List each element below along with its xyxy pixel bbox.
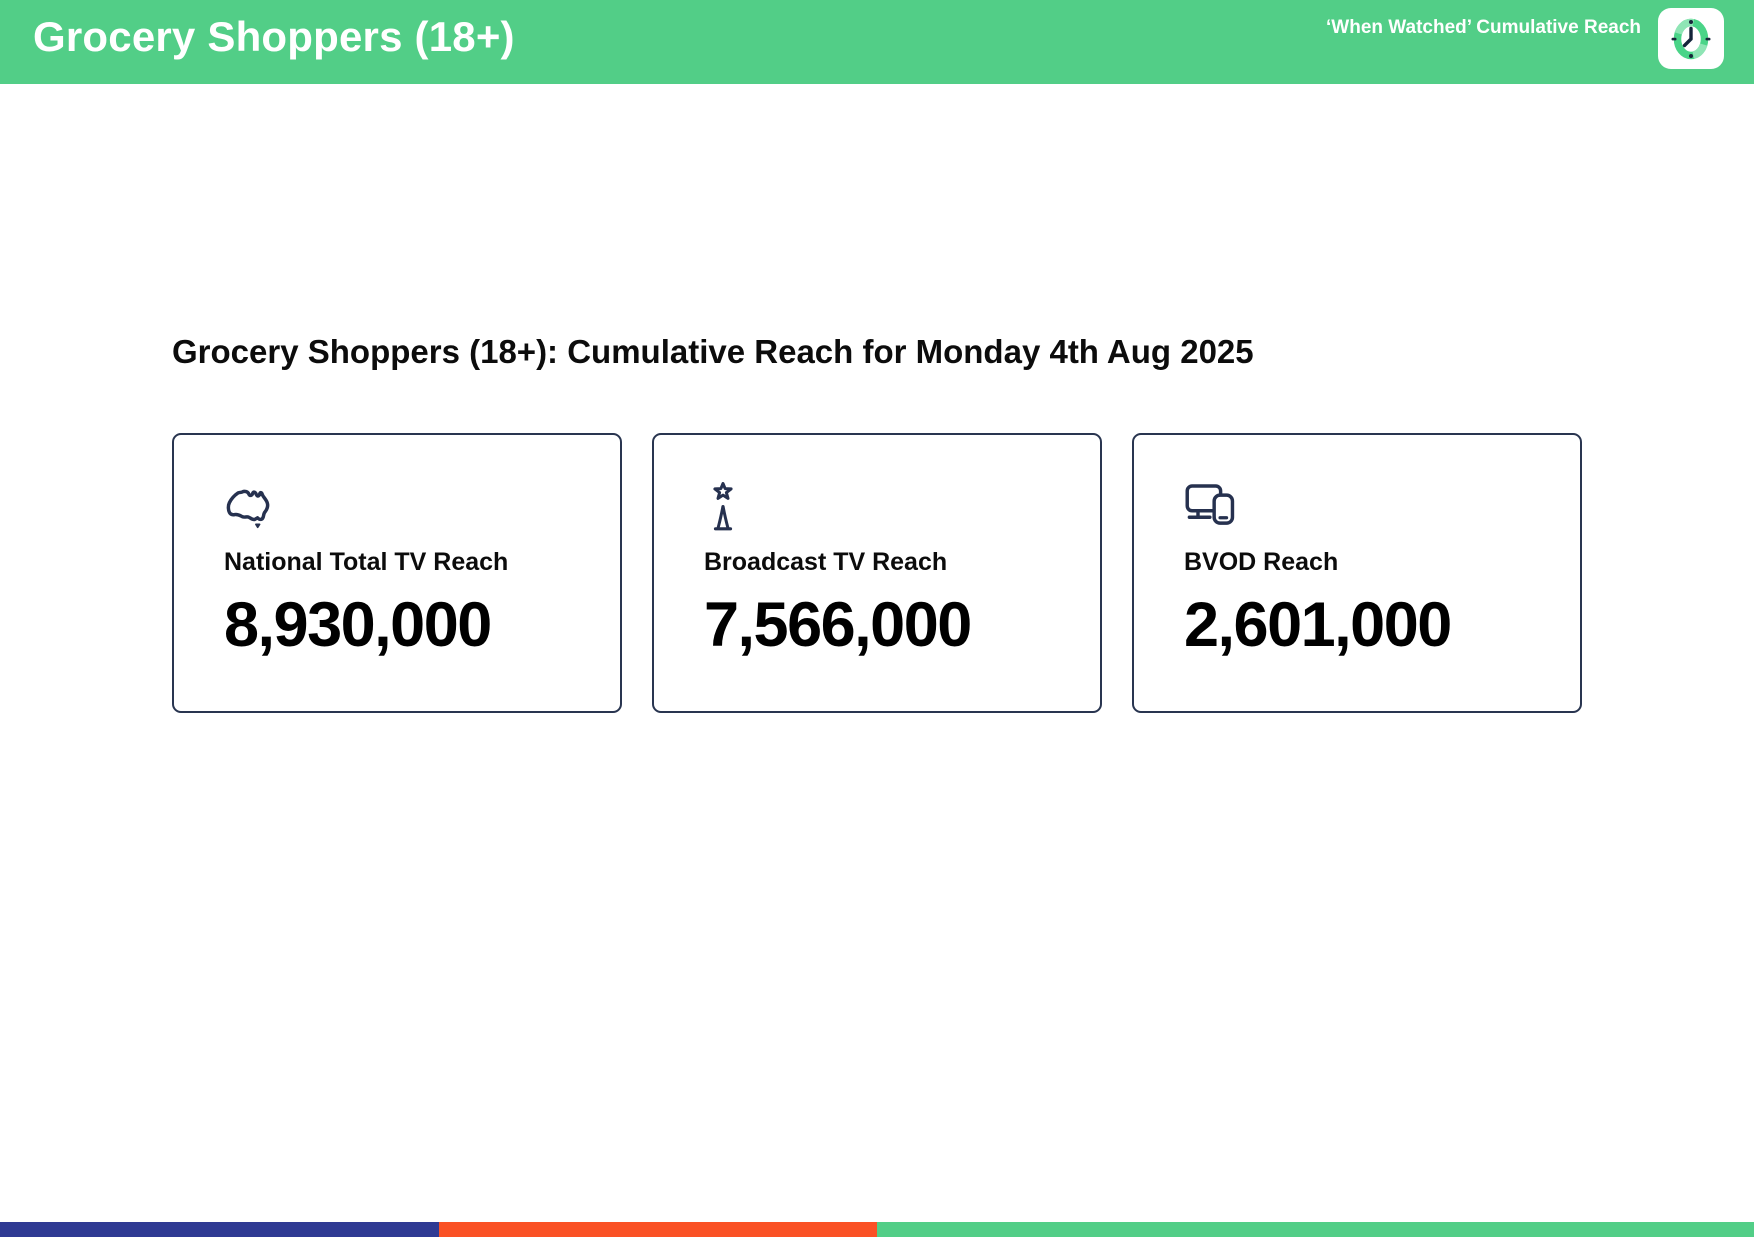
app-header: Grocery Shoppers (18+) ‘When Watched’ Cu…	[0, 0, 1754, 84]
app-logo	[1658, 8, 1724, 69]
header-right-group: ‘When Watched’ Cumulative Reach	[1326, 8, 1724, 84]
stat-card-label: National Total TV Reach	[224, 548, 509, 576]
stat-card-value: 8,930,000	[224, 590, 492, 660]
stat-card-value: 7,566,000	[704, 590, 972, 660]
report-body: Grocery Shoppers (18+): Cumulative Reach…	[172, 333, 1582, 713]
report-type-label: ‘When Watched’ Cumulative Reach	[1326, 17, 1641, 38]
brand-color-bar	[0, 1222, 1754, 1237]
stat-card-national-total-tv: National Total TV Reach 8,930,000	[172, 433, 622, 713]
stat-cards-row: National Total TV Reach 8,930,000 Broadc…	[172, 433, 1582, 713]
australia-map-icon	[224, 482, 600, 534]
stat-card-value: 2,601,000	[1184, 590, 1452, 660]
color-bar-segment-green	[877, 1222, 1754, 1237]
tv-devices-icon	[1184, 482, 1560, 534]
color-bar-segment-blue	[0, 1222, 439, 1237]
color-bar-segment-orange	[438, 1222, 877, 1237]
clock-logo-icon	[1665, 15, 1717, 63]
broadcast-tower-icon	[704, 482, 1080, 534]
page-title: Grocery Shoppers (18+): Cumulative Reach…	[172, 333, 1254, 370]
stat-card-label: Broadcast TV Reach	[704, 548, 948, 576]
stat-card-label: BVOD Reach	[1184, 548, 1339, 576]
stat-card-bvod: BVOD Reach 2,601,000	[1132, 433, 1582, 713]
app-title: Grocery Shoppers (18+)	[33, 13, 515, 60]
stat-card-broadcast-tv: Broadcast TV Reach 7,566,000	[652, 433, 1102, 713]
